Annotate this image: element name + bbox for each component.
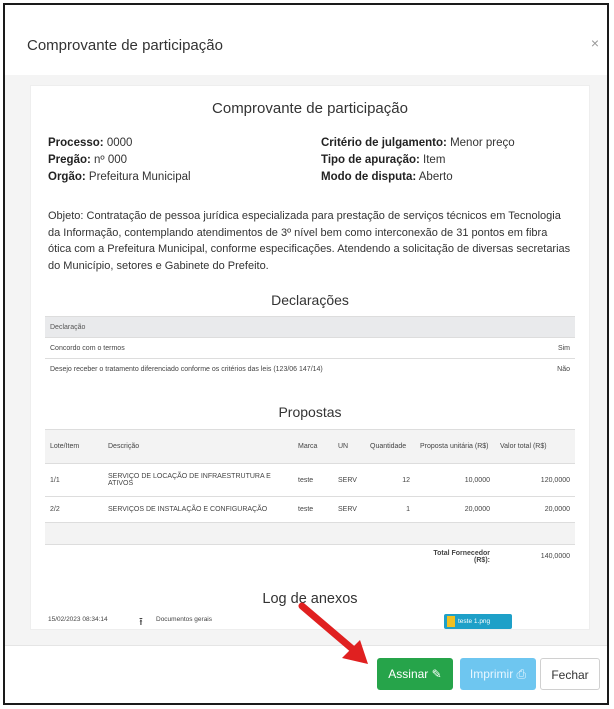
declaracoes-title: Declarações <box>271 292 349 308</box>
processo-line: Processo: 0000 <box>48 137 133 149</box>
anexo-category: Documentos gerais <box>156 616 212 623</box>
pregao-line: Pregão: nº 000 <box>48 154 128 166</box>
table-row: 2/2 SERVIÇOS DE INSTALAÇÃO E CONFIGURAÇÃ… <box>45 496 575 523</box>
table-row: 1/1 SERVIÇO DE LOCAÇÃO DE INFRAESTRUTURA… <box>45 463 575 497</box>
total-value: 140,0000 <box>495 544 575 569</box>
propostas-header-row: Lote/Item Descrição Marca UN Quantidade … <box>45 429 575 464</box>
imprimir-button[interactable]: Imprimir ⎙ <box>460 658 536 690</box>
meta-left: Processo: 0000 Pregão: nº 000 Orgão: Pre… <box>48 135 191 186</box>
upload-icon: ⭱ <box>139 616 143 628</box>
meta-right: Critério de julgamento: Menor preço Tipo… <box>321 135 515 186</box>
orgao-line: Orgão: Prefeitura Municipal <box>48 171 191 183</box>
total-label: Total Fornecedor (R$): <box>415 544 495 569</box>
fechar-button[interactable]: Fechar <box>540 658 600 690</box>
pencil-icon: ✎ <box>431 667 442 681</box>
declaracoes-header: Declaração <box>45 316 575 338</box>
modal-header: Comprovante de participação × <box>5 5 607 76</box>
assinar-button[interactable]: Assinar ✎ <box>377 658 453 690</box>
spacer-row <box>45 522 575 545</box>
table-row: Concordo com o termos Sim <box>45 337 575 359</box>
anexo-date: 15/02/2023 08:34:14 <box>48 616 108 623</box>
file-icon <box>447 616 455 627</box>
objeto-text: Objeto: Contratação de pessoa jurídica e… <box>48 210 571 272</box>
file-name: teste 1.png <box>458 618 491 625</box>
declaracoes-table: Declaração Concordo com o termos Sim Des… <box>45 316 575 380</box>
red-arrow-icon <box>298 602 368 664</box>
printer-icon: ⎙ <box>516 667 527 681</box>
tipo-line: Tipo de apuração: Item <box>321 154 446 166</box>
modo-line: Modo de disputa: Aberto <box>321 171 453 183</box>
close-icon[interactable]: × <box>591 35 599 51</box>
table-row: Desejo receber o tratamento diferenciado… <box>45 358 575 380</box>
modal-body: Comprovante de participação Processo: 00… <box>5 75 607 645</box>
document-title: Comprovante de participação <box>212 100 408 117</box>
document-paper: Comprovante de participação Processo: 00… <box>30 85 590 630</box>
total-row: Total Fornecedor (R$): 140,0000 <box>45 544 575 569</box>
modal-title: Comprovante de participação <box>27 37 223 54</box>
propostas-title: Propostas <box>278 404 342 420</box>
propostas-table: Lote/Item Descrição Marca UN Quantidade … <box>45 429 575 569</box>
file-badge[interactable]: teste 1.png <box>444 614 512 629</box>
criterio-line: Critério de julgamento: Menor preço <box>321 137 515 149</box>
